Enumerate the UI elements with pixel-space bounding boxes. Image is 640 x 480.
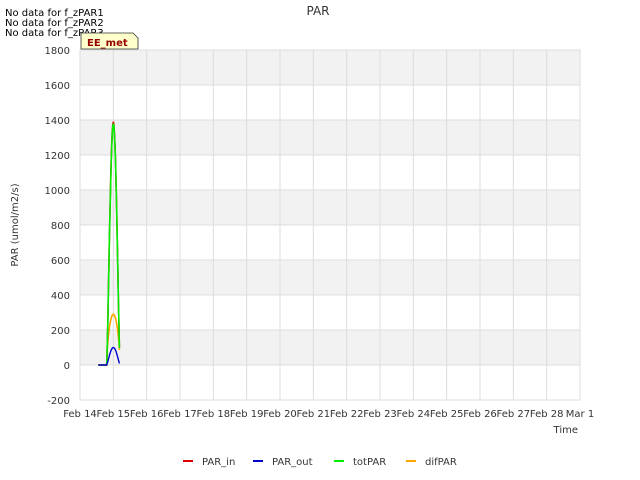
background-band bbox=[80, 330, 580, 365]
legend: PAR_in PAR_out totPAR difPAR bbox=[183, 457, 457, 468]
y-tick-label: -200 bbox=[47, 396, 70, 407]
legend-label-totPAR: totPAR bbox=[353, 457, 386, 468]
x-tick-label: Feb 22 bbox=[330, 409, 364, 420]
background-band bbox=[80, 50, 580, 85]
y-axis-label: PAR (umol/m2/s) bbox=[10, 183, 21, 266]
x-axis-label: Time bbox=[553, 425, 578, 436]
background-band bbox=[80, 260, 580, 295]
site-label: EE_met bbox=[87, 38, 128, 49]
background-band bbox=[80, 120, 580, 155]
x-tick-label: Feb 16 bbox=[130, 409, 164, 420]
y-tick-label: 800 bbox=[51, 221, 70, 232]
x-tick-label: Feb 27 bbox=[497, 409, 531, 420]
y-tick-label: 600 bbox=[51, 256, 70, 267]
x-tick-label: Feb 23 bbox=[363, 409, 397, 420]
x-tick-label: Feb 28 bbox=[530, 409, 564, 420]
x-tick-label: Feb 18 bbox=[197, 409, 231, 420]
site-label-box: EE_met bbox=[80, 32, 139, 50]
par-chart: -200 0 200 400 600 800 1000 1200 1400 1600 1800 Feb… bbox=[10, 4, 594, 468]
x-tick-label: Mar 1 bbox=[566, 409, 594, 420]
x-tick-label: Feb 21 bbox=[297, 409, 331, 420]
y-tick-label: 1000 bbox=[45, 186, 70, 197]
x-tick-label: Feb 24 bbox=[397, 409, 431, 420]
y-tick-label: 1400 bbox=[45, 116, 70, 127]
x-tick-label: Feb 25 bbox=[430, 409, 464, 420]
y-tick-label: 200 bbox=[51, 326, 70, 337]
y-tick-label: 1200 bbox=[45, 151, 70, 162]
legend-label-PAR_out: PAR_out bbox=[272, 457, 313, 468]
chart-title: PAR bbox=[306, 4, 329, 18]
y-tick-label: 1800 bbox=[45, 46, 70, 57]
x-tick-label: Feb 26 bbox=[463, 409, 497, 420]
x-tick-label: Feb 15 bbox=[97, 409, 131, 420]
x-tick-label: Feb 19 bbox=[230, 409, 264, 420]
x-tick-label: Feb 17 bbox=[163, 409, 197, 420]
x-tick-label: Feb 14 bbox=[63, 409, 97, 420]
background-band bbox=[80, 190, 580, 225]
y-tick-label: 0 bbox=[64, 361, 70, 372]
legend-label-PAR_in: PAR_in bbox=[202, 457, 235, 468]
y-tick-label: 1600 bbox=[45, 81, 70, 92]
x-tick-label: Feb 20 bbox=[263, 409, 297, 420]
y-tick-label: 400 bbox=[51, 291, 70, 302]
legend-label-difPAR: difPAR bbox=[425, 457, 457, 468]
